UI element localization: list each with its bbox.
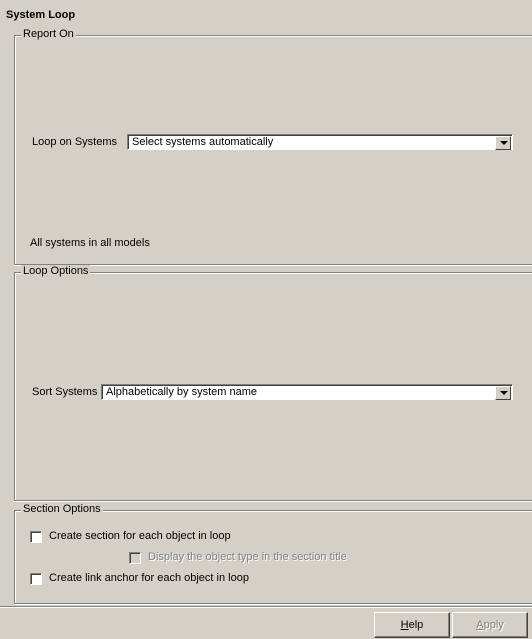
display-object-type-label: Display the object type in the section t… — [148, 551, 347, 563]
apply-mnemonic: A — [476, 619, 484, 631]
help-mnemonic: H — [400, 619, 409, 631]
create-section-label[interactable]: Create section for each object in loop — [49, 530, 231, 542]
create-anchor-checkbox[interactable] — [30, 573, 42, 585]
help-label-rest: elp — [408, 619, 424, 631]
section-options-legend: Section Options — [21, 503, 103, 515]
create-anchor-label[interactable]: Create link anchor for each object in lo… — [49, 572, 249, 584]
sort-systems-value: Alphabetically by system name — [106, 386, 258, 398]
help-button[interactable]: Help — [374, 612, 450, 638]
dropdown-arrow-icon[interactable] — [495, 386, 511, 400]
report-on-group: Report On Loop on Systems Select systems… — [14, 28, 532, 265]
section-options-group: Section Options Create section for each … — [14, 503, 532, 604]
apply-label-rest: pply — [483, 619, 504, 631]
footer-divider — [0, 606, 532, 607]
display-object-type-checkbox[interactable] — [129, 552, 141, 564]
loop-on-systems-dropdown[interactable]: Select systems automatically — [127, 134, 513, 150]
loop-on-systems-value: Select systems automatically — [132, 136, 274, 148]
dialog-title: System Loop — [6, 9, 76, 21]
sort-systems-dropdown[interactable]: Alphabetically by system name — [101, 384, 513, 400]
loop-on-systems-label: Loop on Systems — [32, 136, 117, 148]
report-on-legend: Report On — [21, 28, 76, 40]
dropdown-arrow-icon[interactable] — [495, 136, 511, 150]
apply-button[interactable]: Apply — [452, 612, 528, 638]
create-section-checkbox[interactable] — [30, 531, 42, 543]
report-summary-text: All systems in all models — [30, 237, 150, 249]
loop-options-group: Loop Options Sort Systems Alphabetically… — [14, 265, 532, 501]
sort-systems-label: Sort Systems — [32, 386, 98, 398]
loop-options-legend: Loop Options — [21, 265, 91, 277]
